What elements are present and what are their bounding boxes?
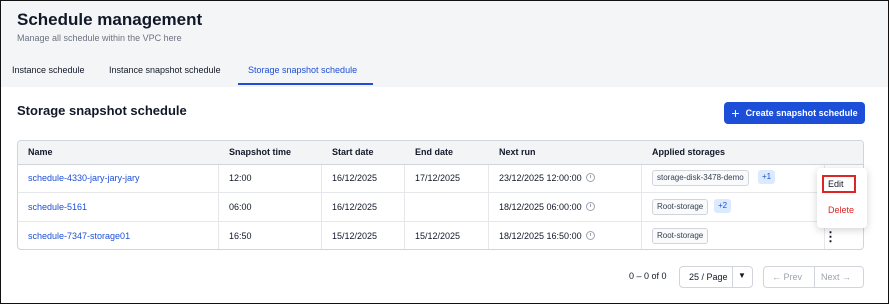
clock-icon [585, 231, 595, 240]
next-run-value: 23/12/2025 12:00:00 [499, 173, 582, 183]
tab-storage-snapshot-schedule[interactable]: Storage snapshot schedule [248, 65, 357, 75]
create-snapshot-schedule-button[interactable]: + Create snapshot schedule [724, 102, 865, 124]
clock-icon [585, 173, 595, 182]
table-header: Name Snapshot time Start date End date N… [18, 141, 863, 165]
page-subtitle: Manage all schedule within the VPC here [17, 33, 182, 43]
pager: ← Prev Next → [763, 266, 864, 288]
more-storages-badge[interactable]: +1 [758, 170, 776, 184]
next-run: 18/12/2025 16:50:00 [499, 231, 595, 241]
schedule-name-link[interactable]: schedule-4330-jary-jary-jary [28, 173, 140, 183]
schedule-name-link[interactable]: schedule-5161 [28, 202, 87, 212]
next-run-value: 18/12/2025 06:00:00 [499, 202, 582, 212]
row-actions-menu: Edit Delete [817, 168, 867, 228]
next-run: 23/12/2025 12:00:00 [499, 173, 595, 183]
next-run: 18/12/2025 06:00:00 [499, 202, 595, 212]
column-header-end-date[interactable]: End date [415, 147, 453, 157]
page-title: Schedule management [17, 10, 203, 29]
next-page-button[interactable]: Next → [821, 272, 851, 282]
prev-page-button[interactable]: ← Prev [772, 272, 802, 282]
table-row: schedule-4330-jary-jary-jary 12:00 16/12… [18, 164, 863, 193]
app-window: Schedule management Manage all schedule … [0, 0, 889, 304]
snapshot-time: 06:00 [229, 202, 252, 212]
end-date: 15/12/2025 [415, 231, 461, 241]
column-header-start-date[interactable]: Start date [332, 147, 374, 157]
tab-instance-snapshot-schedule[interactable]: Instance snapshot schedule [109, 65, 221, 75]
page-header: Schedule management Manage all schedule … [1, 1, 888, 87]
table-row: schedule-5161 06:00 16/12/2025 18/12/202… [18, 193, 863, 222]
delete-menu-item[interactable]: Delete [828, 205, 854, 215]
table-row: schedule-7347-storage01 16:50 15/12/2025… [18, 222, 863, 249]
edit-menu-item[interactable]: Edit [822, 175, 856, 193]
create-button-label: Create snapshot schedule [745, 108, 858, 118]
tab-instance-schedule[interactable]: Instance schedule [12, 65, 85, 75]
start-date: 16/12/2025 [332, 173, 378, 183]
column-header-next-run[interactable]: Next run [499, 147, 536, 157]
storage-tag: Root-storage [652, 228, 709, 244]
start-date: 15/12/2025 [332, 231, 378, 241]
storage-tag: Root-storage [652, 199, 709, 215]
page-size-value: 25 / Page [689, 272, 728, 282]
column-header-applied-storages[interactable]: Applied storages [652, 147, 725, 157]
more-storages-badge[interactable]: +2 [714, 199, 732, 213]
schedule-name-link[interactable]: schedule-7347-storage01 [28, 231, 130, 241]
divider [732, 267, 733, 287]
caret-down-icon: ▼ [738, 271, 746, 280]
schedule-table: Name Snapshot time Start date End date N… [17, 140, 864, 250]
tab-bar: Instance schedule Instance snapshot sche… [1, 59, 888, 87]
next-run-value: 18/12/2025 16:50:00 [499, 231, 582, 241]
divider [814, 267, 815, 287]
section-title: Storage snapshot schedule [17, 103, 187, 118]
active-tab-indicator [238, 83, 373, 85]
snapshot-time: 12:00 [229, 173, 252, 183]
start-date: 16/12/2025 [332, 202, 378, 212]
column-header-snapshot-time[interactable]: Snapshot time [229, 147, 291, 157]
clock-icon [585, 202, 595, 211]
column-header-name[interactable]: Name [28, 147, 53, 157]
more-actions-icon[interactable]: ⋮ [824, 230, 837, 244]
snapshot-time: 16:50 [229, 231, 252, 241]
plus-icon: + [731, 105, 740, 121]
pagination-count: 0 – 0 of 0 [629, 271, 667, 281]
page-size-select[interactable]: 25 / Page ▼ [679, 266, 753, 288]
end-date: 17/12/2025 [415, 173, 461, 183]
storage-tag: storage-disk-3478-demo [652, 170, 749, 186]
